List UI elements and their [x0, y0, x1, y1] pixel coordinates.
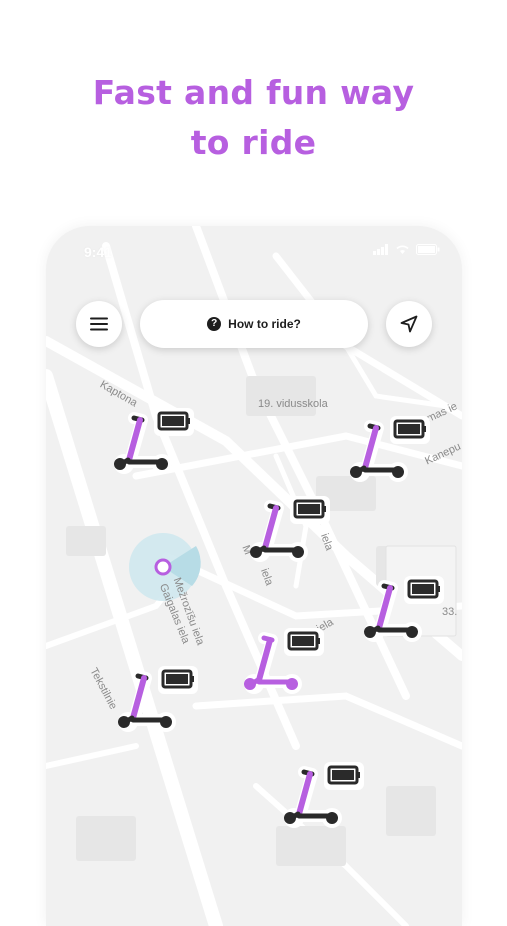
phone-mockup: Kaptona 19. vidusskola omas ie Kanepu ie… — [46, 226, 462, 926]
wifi-icon — [396, 245, 409, 254]
scooter-marker[interactable] — [348, 412, 438, 496]
help-icon: ? — [207, 317, 222, 331]
how-to-ride-label: How to ride? — [228, 317, 301, 331]
menu-button[interactable] — [76, 301, 122, 347]
how-to-ride-button[interactable]: ? How to ride? — [140, 300, 368, 348]
status-icons — [373, 244, 440, 255]
scooter-marker[interactable] — [282, 758, 372, 842]
scooter-marker[interactable] — [112, 404, 202, 488]
headline-line-2: to ride — [190, 123, 317, 162]
status-time: 9:41 — [84, 244, 113, 260]
scooter-marker[interactable] — [362, 572, 452, 656]
scooter-marker[interactable] — [116, 662, 206, 746]
status-bar: 9:41 — [46, 226, 462, 276]
battery-icon — [416, 244, 440, 255]
headline: Fast and fun way to ride — [0, 68, 507, 168]
scooter-marker[interactable] — [248, 492, 338, 576]
navigation-arrow-icon — [400, 315, 418, 333]
headline-line-1: Fast and fun way — [92, 73, 415, 112]
hamburger-icon — [90, 317, 108, 331]
scooter-marker-selected[interactable] — [242, 624, 332, 708]
user-location-dot — [154, 558, 172, 576]
signal-icon — [373, 244, 388, 255]
locate-me-button[interactable] — [386, 301, 432, 347]
street-label-school: 19. vidusskola — [258, 398, 328, 410]
